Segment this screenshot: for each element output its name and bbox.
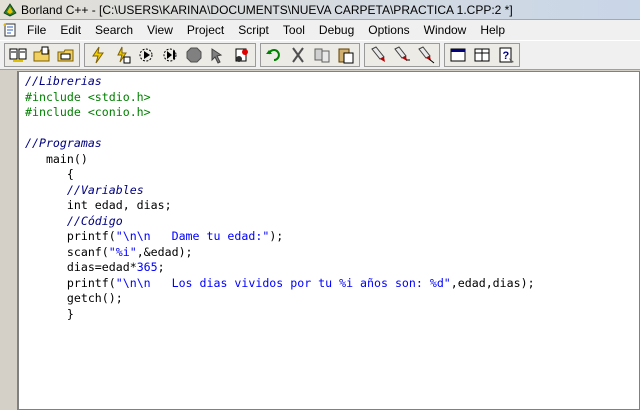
menu-project[interactable]: Project (180, 21, 231, 39)
code-token: printf( (25, 275, 116, 290)
toolbar-file-group (4, 43, 80, 67)
paste-icon[interactable] (335, 45, 357, 65)
code-token: getch(); (25, 291, 123, 305)
menu-edit[interactable]: Edit (53, 21, 88, 39)
code-line[interactable]: //Programas (25, 136, 535, 152)
save-file-icon[interactable] (55, 45, 77, 65)
code-token: //Código (66, 213, 123, 228)
code-token: //Variables (66, 182, 144, 197)
compile-icon[interactable] (111, 45, 133, 65)
code-line[interactable]: //Variables (25, 183, 535, 199)
code-line[interactable]: getch(); (25, 291, 535, 307)
code-token: "%i" (108, 244, 137, 259)
code-token: ; (157, 260, 165, 274)
breakpoint-icon[interactable] (231, 45, 253, 65)
borland-app-icon[interactable] (3, 2, 17, 17)
toolbar-edit-group (260, 43, 360, 67)
document-icon[interactable] (2, 22, 18, 38)
help-icon[interactable]: ? (495, 45, 517, 65)
code-token: printf( (25, 229, 116, 243)
code-token: int edad, dias; (25, 198, 172, 212)
menu-file[interactable]: File (20, 21, 53, 39)
window-icon[interactable] (447, 45, 469, 65)
open-project-icon[interactable] (7, 45, 29, 65)
open-file-icon[interactable] (31, 45, 53, 65)
menu-script[interactable]: Script (231, 21, 276, 39)
code-token: #include <stdio.h> (25, 89, 151, 104)
debug-icon[interactable] (135, 45, 157, 65)
code-line[interactable]: printf("\n\n Dame tu edad:"); (25, 229, 535, 245)
code-line[interactable]: } (25, 307, 535, 323)
code-token: { (25, 167, 74, 181)
code-line[interactable]: scanf("%i",&edad); (25, 245, 535, 261)
code-token: //Programas (25, 136, 102, 150)
step-icon[interactable] (159, 45, 181, 65)
code-line[interactable]: //Librerias (25, 74, 535, 90)
code-line[interactable]: { (25, 167, 535, 183)
menu-options[interactable]: Options (361, 21, 416, 39)
menu-help[interactable]: Help (473, 21, 512, 39)
editor-gutter[interactable] (0, 71, 18, 410)
code-token: ); (269, 229, 284, 243)
make-icon[interactable] (87, 45, 109, 65)
menu-debug[interactable]: Debug (312, 21, 361, 39)
code-line[interactable]: //Código (25, 214, 535, 230)
stop-icon[interactable] (183, 45, 205, 65)
pointer-icon[interactable] (207, 45, 229, 65)
code-token: 365 (136, 260, 158, 274)
menu-search[interactable]: Search (88, 21, 140, 39)
svg-text:?: ? (503, 50, 510, 62)
cut-icon[interactable] (287, 45, 309, 65)
marker-icon[interactable] (367, 45, 389, 65)
marker-remove-icon[interactable] (415, 45, 437, 65)
code-content[interactable]: //Librerias #include <stdio.h> #include <c… (25, 74, 535, 322)
code-line[interactable]: int edad, dias; (25, 198, 535, 214)
code-token: #include <conio.h> (25, 105, 151, 119)
code-token: ,edad,dias); (450, 275, 535, 290)
toolbar-build-group (84, 43, 256, 67)
marker-add-icon[interactable] (391, 45, 413, 65)
menu-bar: File Edit Search View Project Script Too… (0, 20, 640, 40)
code-line[interactable] (25, 121, 535, 137)
code-line[interactable]: dias=edad*365; (25, 260, 535, 276)
code-token: ,&edad); (136, 244, 193, 259)
menu-view[interactable]: View (140, 21, 180, 39)
code-token: } (25, 306, 74, 321)
tile-icon[interactable] (471, 45, 493, 65)
copy-icon[interactable] (311, 45, 333, 65)
code-line[interactable]: printf("\n\n Los dias vividos por tu %i … (25, 276, 535, 292)
window-title: Borland C++ - [C:\USERS\KARINA\DOCUMENTS… (21, 2, 513, 17)
toolbar-window-group: ? (444, 43, 520, 67)
code-token: main() (25, 151, 88, 166)
menu-window[interactable]: Window (417, 21, 474, 39)
code-token: scanf( (25, 244, 109, 259)
code-line[interactable]: main() (25, 152, 535, 168)
toolbar: ? (0, 40, 640, 70)
toolbar-marker-group (364, 43, 440, 67)
code-token: "\n\n Los dias vividos por tu %i años so… (115, 275, 451, 290)
editor-area: //Librerias #include <stdio.h> #include <c… (0, 71, 640, 410)
menu-tool[interactable]: Tool (276, 21, 312, 39)
code-token: //Librerias (25, 74, 102, 88)
code-line[interactable]: #include <stdio.h> (25, 90, 535, 106)
code-token: dias=edad* (25, 260, 137, 274)
undo-icon[interactable] (263, 45, 285, 65)
title-bar: Borland C++ - [C:\USERS\KARINA\DOCUMENTS… (0, 0, 640, 20)
code-editor[interactable]: //Librerias #include <stdio.h> #include <c… (18, 71, 640, 410)
code-line[interactable]: #include <conio.h> (25, 105, 535, 121)
code-token: "\n\n Dame tu edad:" (115, 229, 270, 243)
